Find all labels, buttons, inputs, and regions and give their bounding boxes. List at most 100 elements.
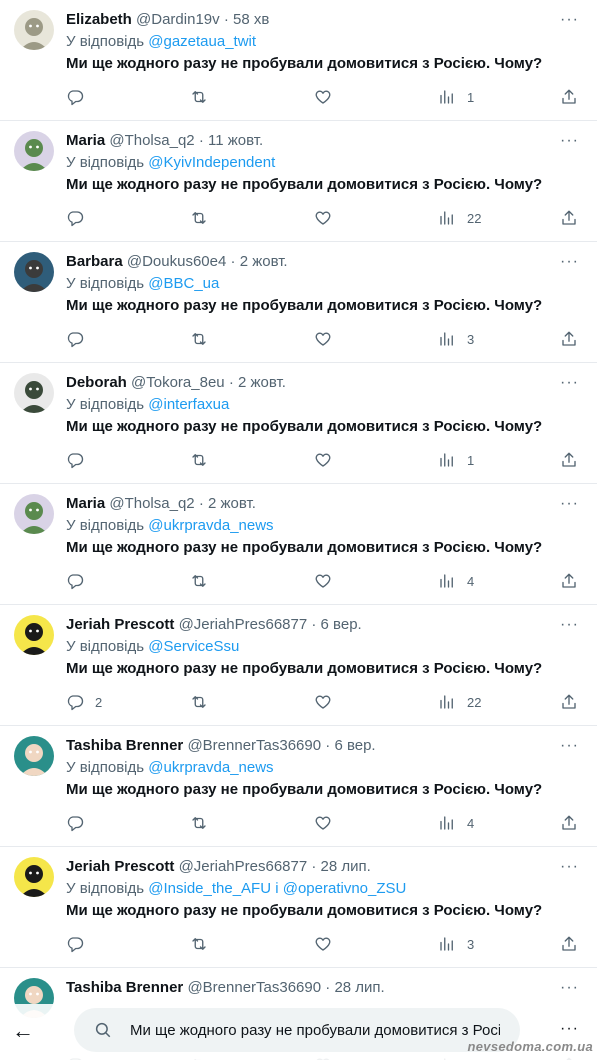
like-button[interactable] <box>314 933 332 955</box>
more-icon[interactable]: ··· <box>560 738 579 754</box>
views-button[interactable]: 3 <box>438 933 474 955</box>
more-icon[interactable]: ··· <box>560 980 579 996</box>
reply-button[interactable] <box>66 449 95 471</box>
tweet-item[interactable]: Deborah @Tokora_8eu · 2 жовт. ··· У відп… <box>0 363 597 484</box>
views-button[interactable]: 3 <box>438 328 474 350</box>
search-box[interactable] <box>74 1008 520 1052</box>
like-button[interactable] <box>314 328 332 350</box>
tweet-item[interactable]: Jeriah Prescott @JeriahPres66877 · 28 ли… <box>0 847 597 968</box>
more-icon[interactable]: ··· <box>560 1020 579 1038</box>
username[interactable]: @Doukus60e4 <box>127 253 226 270</box>
retweet-button[interactable] <box>190 86 208 108</box>
display-name[interactable]: Elizabeth <box>66 11 132 28</box>
reply-to-link[interactable]: @ukrpravda_news <box>148 759 273 776</box>
avatar[interactable] <box>14 131 54 171</box>
display-name[interactable]: Jeriah Prescott <box>66 616 174 633</box>
avatar[interactable] <box>14 857 54 897</box>
display-name[interactable]: Maria <box>66 132 105 149</box>
views-button[interactable]: 1 <box>438 86 474 108</box>
timestamp[interactable]: 6 вер. <box>321 616 362 633</box>
display-name[interactable]: Deborah <box>66 374 127 391</box>
reply-to-link[interactable]: @interfaxua <box>148 396 229 413</box>
username[interactable]: @Tholsa_q2 <box>109 495 194 512</box>
username[interactable]: @Tokora_8eu <box>131 374 225 391</box>
retweet-button[interactable] <box>190 570 208 592</box>
share-button[interactable] <box>560 691 578 713</box>
avatar[interactable] <box>14 373 54 413</box>
share-button[interactable] <box>560 933 578 955</box>
views-button[interactable]: 22 <box>438 207 481 229</box>
reply-to-link[interactable]: @Inside_the_AFU і @operativno_ZSU <box>148 880 406 897</box>
views-button[interactable]: 4 <box>438 570 474 592</box>
share-button[interactable] <box>560 812 578 834</box>
reply-to-link[interactable]: @ServiceSsu <box>148 638 239 655</box>
username[interactable]: @Tholsa_q2 <box>109 132 194 149</box>
avatar[interactable] <box>14 10 54 50</box>
retweet-button[interactable] <box>190 812 208 834</box>
retweet-button[interactable] <box>190 328 208 350</box>
avatar[interactable] <box>14 252 54 292</box>
display-name[interactable]: Jeriah Prescott <box>66 858 174 875</box>
more-icon[interactable]: ··· <box>560 12 579 28</box>
timestamp[interactable]: 28 лип. <box>321 858 371 875</box>
tweet-item[interactable]: Jeriah Prescott @JeriahPres66877 · 6 вер… <box>0 605 597 726</box>
reply-to-link[interactable]: @KyivIndependent <box>148 154 275 171</box>
share-button[interactable] <box>560 570 578 592</box>
reply-to-link[interactable]: @BBC_ua <box>148 275 219 292</box>
reply-to-link[interactable]: @gazetaua_twit <box>148 33 256 50</box>
like-button[interactable] <box>314 691 332 713</box>
more-icon[interactable]: ··· <box>560 496 579 512</box>
tweet-item[interactable]: Barbara @Doukus60e4 · 2 жовт. ··· У відп… <box>0 242 597 363</box>
reply-to-link[interactable]: @ukrpravda_news <box>148 517 273 534</box>
retweet-button[interactable] <box>190 449 208 471</box>
views-button[interactable]: 22 <box>438 691 481 713</box>
share-button[interactable] <box>560 449 578 471</box>
more-icon[interactable]: ··· <box>560 375 579 391</box>
like-button[interactable] <box>314 207 332 229</box>
like-button[interactable] <box>314 570 332 592</box>
views-button[interactable]: 4 <box>438 812 474 834</box>
timestamp[interactable]: 11 жовт. <box>208 132 263 149</box>
share-button[interactable] <box>560 328 578 350</box>
display-name[interactable]: Barbara <box>66 253 123 270</box>
share-button[interactable] <box>560 86 578 108</box>
username[interactable]: @JeriahPres66877 <box>179 616 308 633</box>
like-button[interactable] <box>314 86 332 108</box>
username[interactable]: @BrennerTas36690 <box>187 979 321 996</box>
retweet-button[interactable] <box>190 691 208 713</box>
reply-button[interactable] <box>66 570 95 592</box>
timestamp[interactable]: 2 жовт. <box>238 374 286 391</box>
timestamp[interactable]: 28 лип. <box>334 979 384 996</box>
avatar[interactable] <box>14 615 54 655</box>
like-button[interactable] <box>314 812 332 834</box>
display-name[interactable]: Maria <box>66 495 105 512</box>
reply-button[interactable] <box>66 933 95 955</box>
back-arrow-icon[interactable]: ← <box>12 1018 34 1044</box>
timestamp[interactable]: 2 жовт. <box>208 495 256 512</box>
retweet-button[interactable] <box>190 207 208 229</box>
reply-button[interactable]: 2 <box>66 691 102 713</box>
display-name[interactable]: Tashiba Brenner <box>66 737 183 754</box>
avatar[interactable] <box>14 736 54 776</box>
username[interactable]: @BrennerTas36690 <box>187 737 321 754</box>
avatar[interactable] <box>14 494 54 534</box>
tweet-item[interactable]: Tashiba Brenner @BrennerTas36690 · 6 вер… <box>0 726 597 847</box>
timestamp[interactable]: 6 вер. <box>334 737 375 754</box>
more-icon[interactable]: ··· <box>560 617 579 633</box>
like-button[interactable] <box>314 449 332 471</box>
display-name[interactable]: Tashiba Brenner <box>66 979 183 996</box>
username[interactable]: @JeriahPres66877 <box>179 858 308 875</box>
reply-button[interactable] <box>66 812 95 834</box>
timestamp[interactable]: 58 хв <box>233 11 269 28</box>
share-button[interactable] <box>560 207 578 229</box>
username[interactable]: @Dardin19v <box>136 11 220 28</box>
reply-button[interactable] <box>66 328 95 350</box>
more-icon[interactable]: ··· <box>560 859 579 875</box>
more-icon[interactable]: ··· <box>560 133 579 149</box>
retweet-button[interactable] <box>190 933 208 955</box>
tweet-item[interactable]: Maria @Tholsa_q2 · 11 жовт. ··· У відпов… <box>0 121 597 242</box>
timestamp[interactable]: 2 жовт. <box>240 253 288 270</box>
reply-button[interactable] <box>66 207 95 229</box>
search-input[interactable] <box>130 1021 500 1039</box>
more-icon[interactable]: ··· <box>560 254 579 270</box>
